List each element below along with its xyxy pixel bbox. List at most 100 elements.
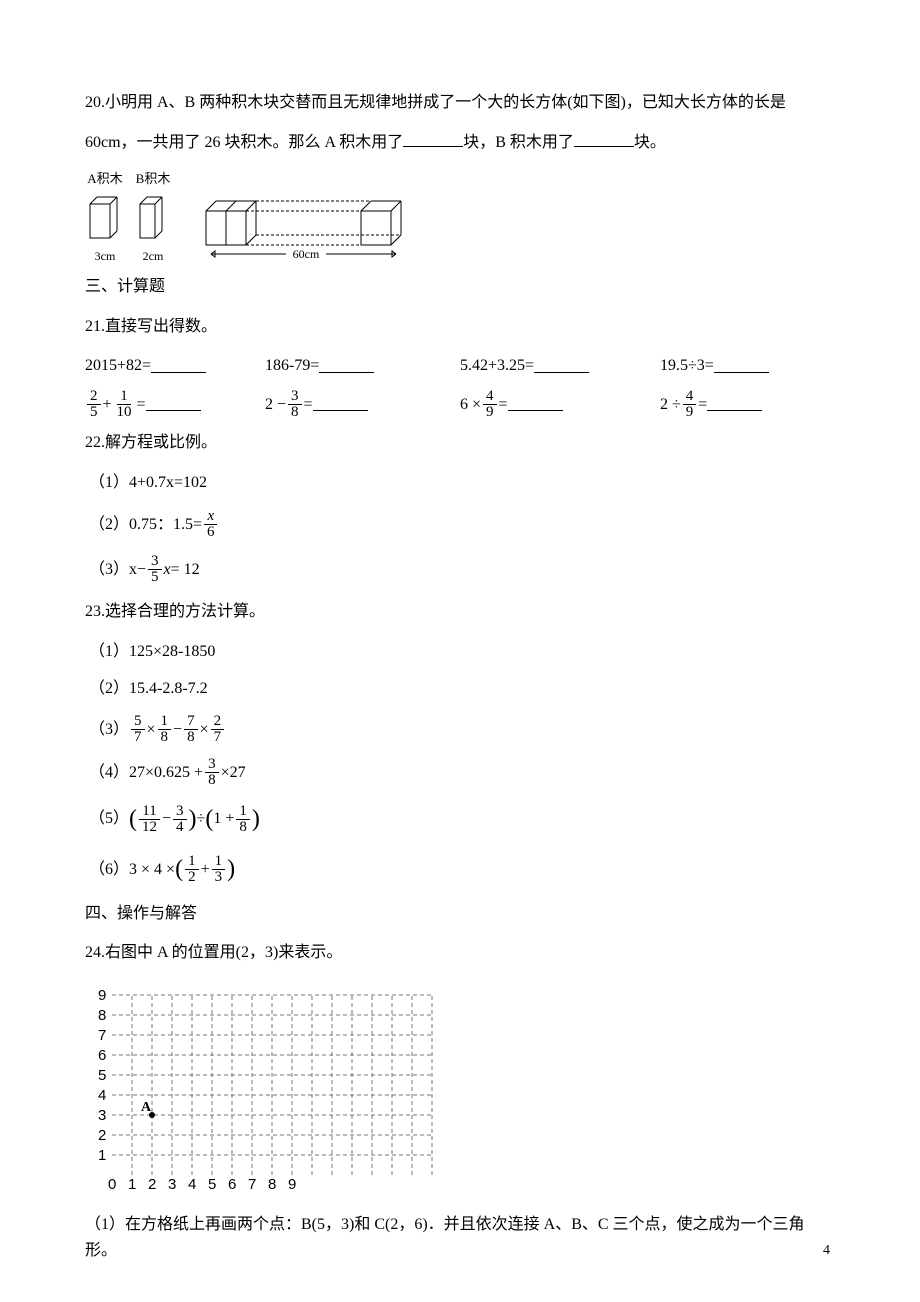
q22-p3a: （3）x− — [89, 557, 146, 583]
svg-text:9: 9 — [288, 1176, 296, 1190]
eq3: = — [499, 392, 508, 418]
section-3-title: 三、计算题 — [85, 274, 835, 300]
blank-r2c3[interactable] — [508, 397, 563, 411]
q22-p3b: x — [164, 557, 171, 583]
grid-figure: A 0123456789123456789 — [97, 980, 835, 1199]
calc-row-2: 25 + 110 = 2 − 38 = 6 × 49 = 2 ÷ 49 = — [85, 389, 835, 420]
block-b-label: B积木 — [135, 169, 171, 190]
blank-r1c3[interactable] — [534, 359, 589, 373]
point-a-label: A — [141, 1100, 152, 1115]
section-4-title: 四、操作与解答 — [85, 901, 835, 927]
svg-text:5: 5 — [208, 1176, 216, 1190]
svg-text:0: 0 — [108, 1176, 116, 1190]
block-a-dim: 3cm — [85, 247, 125, 266]
r1c4: 19.5÷3= — [660, 353, 714, 379]
f18: 18 — [158, 714, 172, 745]
paren-l2: ( — [205, 800, 213, 838]
m52: ÷ — [197, 806, 206, 832]
q23p3a: （3） — [89, 717, 129, 743]
svg-text:4: 4 — [98, 1087, 106, 1104]
q23p6a: （6）3 × 4 × — [89, 857, 175, 883]
frac-2-5: 25 — [87, 389, 101, 420]
svg-text:6: 6 — [98, 1047, 106, 1064]
block-b-svg — [135, 192, 171, 247]
svg-text:5: 5 — [98, 1067, 106, 1084]
q20-line1: 20.小明用 A、B 两种积木块交替而且无规律地拼成了一个大的长方体(如下图)，… — [85, 90, 835, 116]
q22-title: 22.解方程或比例。 — [85, 430, 835, 456]
q21-title: 21.直接写出得数。 — [85, 314, 835, 340]
q20-l2a: 60cm，一共用了 26 块积木。那么 A 积木用了 — [85, 134, 403, 151]
m51: − — [162, 806, 171, 832]
f12: 12 — [185, 854, 199, 885]
frac-1-10: 110 — [114, 389, 135, 420]
q23p5a: （5） — [89, 806, 129, 832]
q23-p3: （3） 57 × 18 − 78 × 27 — [85, 714, 835, 745]
svg-text:1: 1 — [128, 1176, 136, 1190]
f27: 27 — [211, 714, 225, 745]
f57: 57 — [131, 714, 145, 745]
f38: 38 — [205, 757, 219, 788]
q24-title: 24.右图中 A 的位置用(2，3)来表示。 — [85, 940, 835, 966]
f1112: 1112 — [139, 804, 160, 835]
q20-l2b: 块，B 积木用了 — [463, 134, 574, 151]
block-a-svg — [85, 192, 125, 247]
blank-r1c2[interactable] — [319, 359, 374, 373]
blank-a[interactable] — [403, 133, 463, 147]
q23-p1: （1）125×28-1850 — [85, 639, 835, 665]
q23-p2: （2）15.4-2.8-7.2 — [85, 676, 835, 702]
r2c3a: 6 × — [460, 392, 481, 418]
q23-p5: （5） ( 1112 − 34 ) ÷ ( 1 + 18 ) — [85, 800, 835, 838]
svg-text:7: 7 — [248, 1176, 256, 1190]
block-a-label: A积木 — [85, 169, 125, 190]
q20-line2: 60cm，一共用了 26 块积木。那么 A 积木用了 块，B 积木用了 块。 — [85, 130, 835, 156]
page-number: 4 — [823, 1240, 830, 1262]
eq2: = — [304, 392, 313, 418]
q22-p2a: （2）0.75：1.5= — [89, 512, 202, 538]
paren-l3: ( — [175, 850, 183, 888]
frac-x-6: x6 — [204, 509, 218, 540]
f78: 78 — [184, 714, 198, 745]
f13: 13 — [212, 854, 226, 885]
m6: + — [201, 857, 210, 883]
q20-figure: A积木 3cm B积木 2cm — [85, 169, 835, 266]
blank-r1c4[interactable] — [714, 359, 769, 373]
blank-r1c1[interactable] — [151, 359, 206, 373]
m2: − — [173, 717, 182, 743]
svg-text:6: 6 — [228, 1176, 236, 1190]
grid-svg: A 0123456789123456789 — [97, 980, 437, 1190]
q22-p2: （2）0.75：1.5= x6 — [85, 509, 835, 540]
q22-p1: （1）4+0.7x=102 — [85, 470, 835, 496]
m3: × — [200, 717, 209, 743]
svg-text:1: 1 — [98, 1147, 106, 1164]
r2c4a: 2 ÷ — [660, 392, 681, 418]
q23-p4: （4）27×0.625 + 38 ×27 — [85, 757, 835, 788]
eq1: = — [137, 392, 146, 418]
plus: + — [103, 392, 112, 418]
big-dim-text: 60cm — [293, 247, 320, 261]
blank-r2c4[interactable] — [707, 397, 762, 411]
svg-text:4: 4 — [188, 1176, 196, 1190]
block-big-svg: 60cm — [201, 196, 411, 266]
svg-text:3: 3 — [98, 1107, 106, 1124]
q22-p3: （3）x− 35 x = 12 — [85, 554, 835, 585]
block-big: 60cm — [201, 196, 411, 266]
q23p4a: （4）27×0.625 + — [89, 760, 203, 786]
f34: 34 — [173, 804, 187, 835]
svg-text:8: 8 — [98, 1007, 106, 1024]
paren-r2: ) — [252, 800, 260, 838]
frac-4-9b: 49 — [683, 389, 697, 420]
q20-l2c: 块。 — [634, 134, 666, 151]
q22-p3c: = 12 — [171, 557, 200, 583]
q23-p6: （6）3 × 4 × ( 12 + 13 ) — [85, 850, 835, 888]
svg-text:7: 7 — [98, 1027, 106, 1044]
f18b: 18 — [236, 804, 250, 835]
block-b: B积木 2cm — [135, 169, 171, 266]
m1: × — [147, 717, 156, 743]
blank-r2c1[interactable] — [146, 397, 201, 411]
block-b-dim: 2cm — [135, 247, 171, 266]
r2c2a: 2 − — [265, 392, 286, 418]
blank-b[interactable] — [574, 133, 634, 147]
blank-r2c2[interactable] — [313, 397, 368, 411]
svg-text:2: 2 — [98, 1127, 106, 1144]
m53: 1 + — [213, 806, 234, 832]
